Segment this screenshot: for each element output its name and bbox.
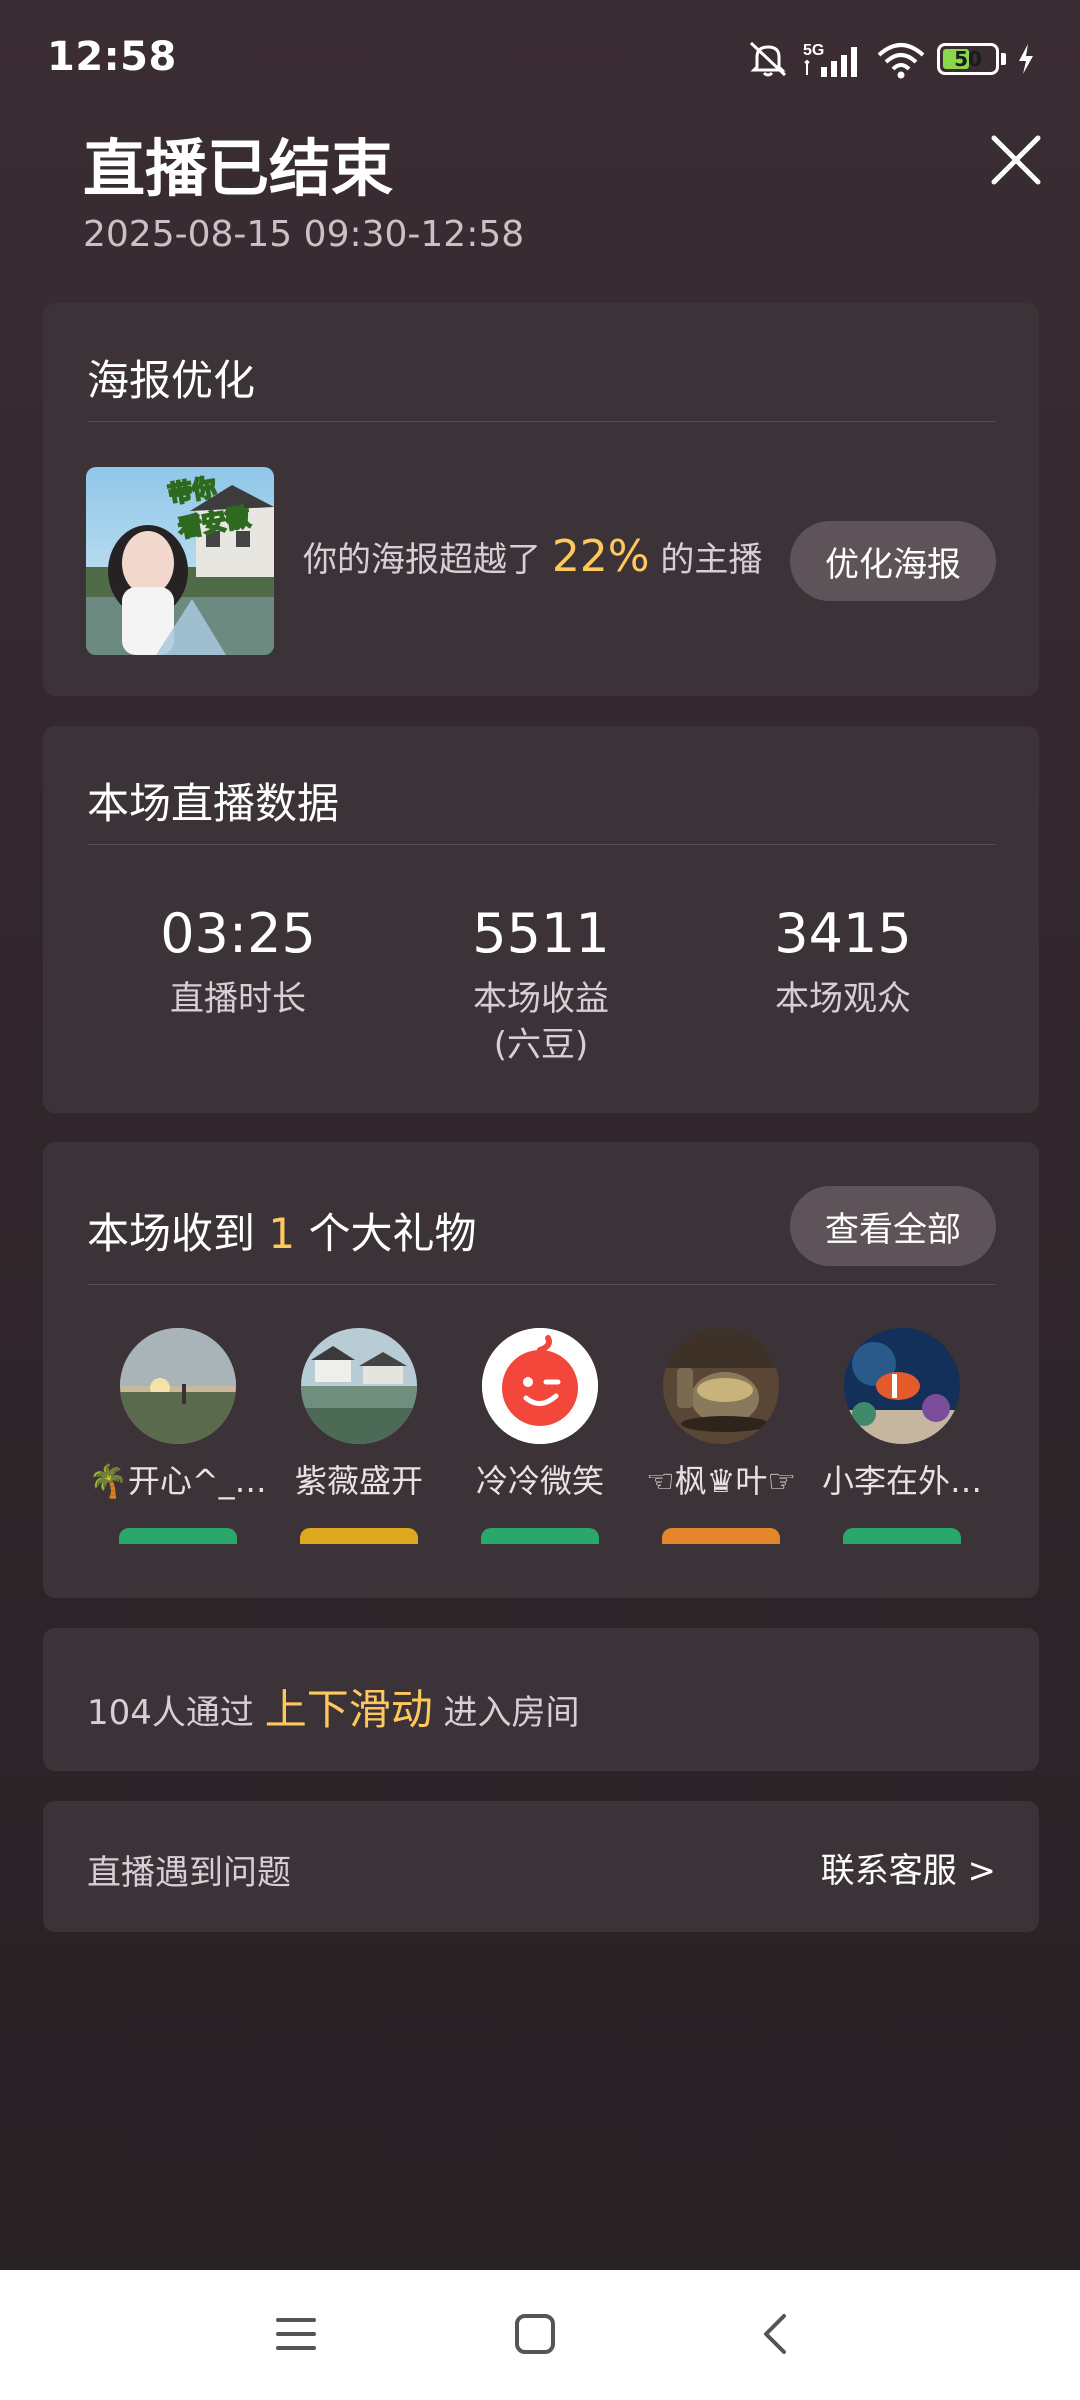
home-icon[interactable] [503,2302,567,2366]
stat-viewers-label: 本场观众 [775,979,911,1019]
gifts-card-title: 本场收到 1 个大礼物 [87,1200,476,1261]
gift-user-name: ☜枫♛叶☞ [645,1462,797,1500]
poster-rank-text: 你的海报超越了 22% 的主播 [303,531,762,582]
gifts-count: 1 [268,1209,296,1258]
mute-icon [749,41,787,77]
stat-earnings: 5511 本场收益 (六豆) [411,904,671,1068]
poster-text-before: 你的海报超越了 [303,540,541,580]
avatar [844,1328,960,1444]
gift-user-2[interactable]: 紫薇盛开 [269,1328,449,1544]
poster-percent: 22% [551,531,650,582]
poster-text-after: 的主播 [660,540,763,580]
swipe-prefix: 104人通过 [87,1693,254,1733]
poster-image: 带你 看安徽 [86,467,274,655]
gift-user-name: 冷冷微笑 [475,1462,604,1500]
poster-divider [87,421,996,422]
live-time-range: 2025-08-15 09:30-12:58 [83,214,525,255]
avatar [120,1328,236,1444]
status-time: 12:58 [47,34,177,80]
stat-duration-value: 03:25 [160,902,316,965]
network-type: 5G [803,42,824,59]
level-badge [843,1528,961,1544]
level-badge [300,1528,418,1544]
stat-duration-label: 直播时长 [170,979,306,1019]
status-icons: 5G 50 [745,34,1036,84]
gifts-divider [87,1284,996,1285]
stat-duration: 03:25 直播时长 [108,904,368,1022]
gift-user-5[interactable]: 小李在外… [812,1328,992,1544]
level-badge [481,1528,599,1544]
back-icon[interactable] [744,2302,808,2366]
level-badge [119,1528,237,1544]
stat-earnings-label: 本场收益 (六豆) [411,976,671,1068]
avatar [482,1328,598,1444]
gifts-title-before: 本场收到 [87,1209,256,1258]
stats-card-title: 本场直播数据 [87,779,340,828]
system-nav-bar [0,2270,1080,2400]
contact-support-link[interactable]: 联系客服 > [821,1843,996,1892]
gifts-title-after: 个大礼物 [308,1209,477,1258]
poster-card-title: 海报优化 [87,356,256,405]
poster-optimize-card: 海报优化 带你 看安徽 你的海报超越了 22% 的主播 优化海报 [43,303,1039,696]
gift-user-3[interactable]: 冷冷微笑 [450,1328,630,1544]
stat-earnings-label-unit: (六豆) [493,1025,589,1065]
menu-icon[interactable] [264,2302,328,2366]
swipe-highlight: 上下滑动 [264,1685,433,1734]
status-bar: 12:58 5G 50 [0,0,1080,118]
optimize-poster-button[interactable]: 优化海报 [790,521,996,601]
big-gifts-card: 本场收到 1 个大礼物 查看全部 🌴开心^_^… [43,1142,1039,1598]
view-all-gifts-button[interactable]: 查看全部 [790,1186,996,1266]
gift-user-name: 紫薇盛开 [294,1462,423,1500]
stat-earnings-value: 5511 [472,902,610,965]
gift-user-4[interactable]: ☜枫♛叶☞ [631,1328,811,1544]
stat-viewers: 3415 本场观众 [713,904,973,1022]
signal-icon: 5G [803,42,857,77]
stat-earnings-label-main: 本场收益 [473,979,609,1019]
wifi-icon [877,43,925,79]
stat-viewers-value: 3415 [774,902,912,965]
swipe-entry-text: 104人通过 上下滑动 进入房间 [87,1676,580,1737]
charging-icon [1019,44,1033,74]
gift-user-1[interactable]: 🌴开心^_^… [88,1328,268,1544]
poster-thumbnail[interactable]: 带你 看安徽 [86,467,274,655]
page-title: 直播已结束 [83,132,394,205]
avatar [663,1328,779,1444]
level-badge [662,1528,780,1544]
close-icon[interactable] [984,128,1048,192]
avatar [301,1328,417,1444]
battery-icon: 50 [937,43,999,75]
support-card: 直播遇到问题 联系客服 > [43,1801,1039,1932]
gift-user-name: 🌴开心^_^… [88,1462,268,1500]
swipe-suffix: 进入房间 [443,1693,580,1733]
gift-user-name: 小李在外… [821,1462,982,1500]
support-label: 直播遇到问题 [87,1853,291,1893]
battery-level: 50 [954,47,982,71]
stats-divider [87,844,996,845]
battery-cap [1001,53,1006,65]
live-stats-card: 本场直播数据 03:25 直播时长 5511 本场收益 (六豆) 3415 本场… [43,726,1039,1113]
swipe-entry-card: 104人通过 上下滑动 进入房间 [43,1628,1039,1771]
